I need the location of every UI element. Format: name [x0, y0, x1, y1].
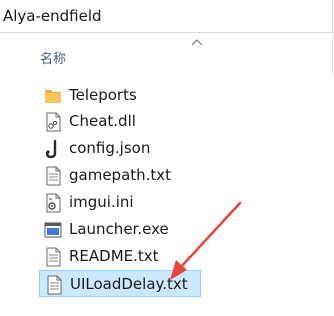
text-file-icon: [46, 247, 61, 267]
dll-file-icon: [46, 112, 61, 132]
exe-file-icon: [44, 222, 62, 238]
file-explorer-window: Alya-endfield 名称 Teleports Cheat.dll con…: [0, 0, 334, 316]
file-item-teleports[interactable]: Teleports: [39, 82, 255, 109]
file-name: Cheat.dll: [69, 112, 136, 130]
file-name: Teleports: [69, 86, 137, 104]
folder-icon: [45, 90, 61, 103]
file-item-gamepath-txt[interactable]: gamepath.txt: [39, 162, 255, 189]
text-file-icon: [46, 166, 61, 186]
json-file-icon: [45, 139, 57, 159]
file-item-config-json[interactable]: config.json: [39, 135, 255, 162]
file-item-cheat-dll[interactable]: Cheat.dll: [39, 108, 255, 135]
file-name: gamepath.txt: [69, 166, 172, 184]
file-name: README.txt: [69, 247, 159, 265]
file-name: imgui.ini: [69, 193, 134, 211]
file-name: UILoadDelay.txt: [70, 275, 188, 293]
file-name: Launcher.exe: [69, 220, 169, 238]
file-name: config.json: [69, 139, 151, 157]
file-item-launcher-exe[interactable]: Launcher.exe: [39, 216, 255, 243]
file-item-imgui-ini[interactable]: imgui.ini: [39, 189, 255, 216]
text-file-icon: [47, 275, 62, 295]
file-list: Teleports Cheat.dll config.json gamepath…: [0, 0, 334, 316]
ini-file-icon: [46, 193, 61, 213]
file-item-uiloaddelay-txt[interactable]: UILoadDelay.txt: [39, 270, 201, 297]
file-item-readme-txt[interactable]: README.txt: [39, 243, 255, 270]
